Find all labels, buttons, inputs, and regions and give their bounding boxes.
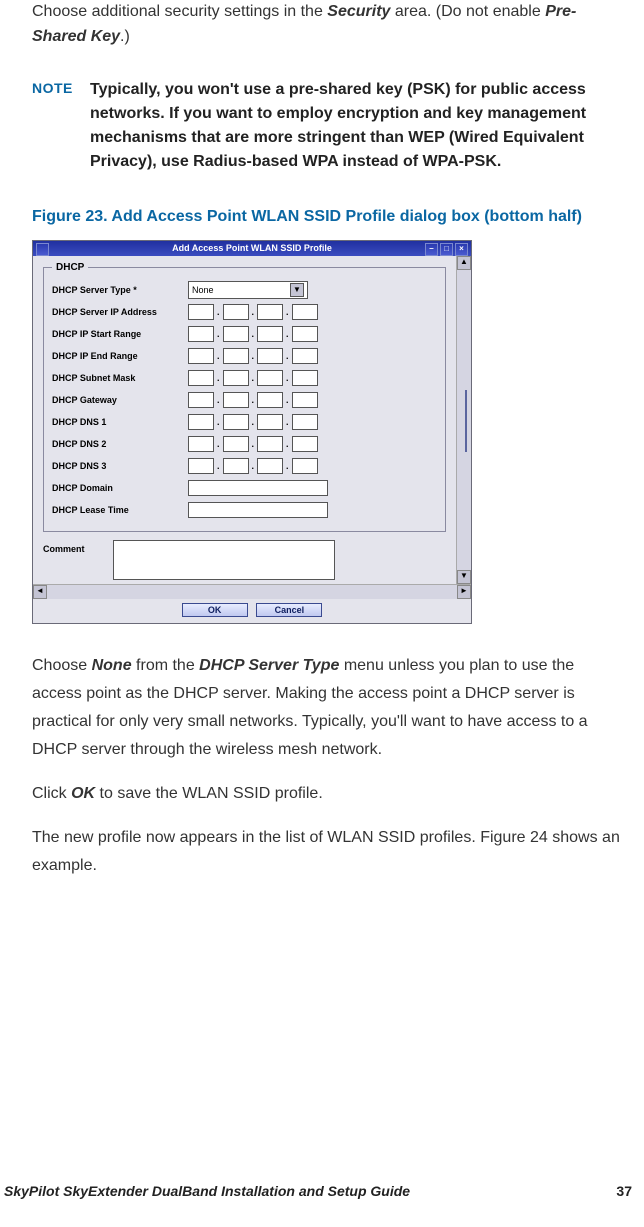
ip-octet-input[interactable]: [223, 304, 249, 320]
intro-text: Choose additional security settings in t…: [32, 3, 327, 20]
ip-octet-input[interactable]: [188, 458, 214, 474]
label-comment: Comment: [43, 540, 113, 554]
label-domain: DHCP Domain: [52, 483, 182, 493]
note-block: NOTE Typically, you won't use a pre-shar…: [32, 78, 628, 174]
intro-text: .): [120, 28, 130, 45]
ip-octet-input[interactable]: [223, 392, 249, 408]
label-dns2: DHCP DNS 2: [52, 439, 182, 449]
ip-octet-input[interactable]: [223, 436, 249, 452]
ip-octet-input[interactable]: [257, 370, 283, 386]
comment-input[interactable]: [113, 540, 335, 580]
ip-octet-input[interactable]: [223, 414, 249, 430]
term-dhcp-server-type: DHCP Server Type: [199, 657, 339, 674]
ip-octet-input[interactable]: [257, 326, 283, 342]
minimize-icon[interactable]: –: [425, 243, 438, 256]
ip-octet-input[interactable]: [223, 348, 249, 364]
ip-octet-input[interactable]: [223, 326, 249, 342]
label-dns3: DHCP DNS 3: [52, 461, 182, 471]
label-subnet: DHCP Subnet Mask: [52, 373, 182, 383]
term-ok: OK: [71, 785, 95, 802]
intro-security-term: Security: [327, 3, 390, 20]
scroll-right-icon[interactable]: ►: [457, 585, 471, 599]
ip-octet-input[interactable]: [257, 414, 283, 430]
intro-text: area. (Do not enable: [390, 3, 545, 20]
ip-octet-input[interactable]: [188, 436, 214, 452]
dialog-title: Add Access Point WLAN SSID Profile: [172, 243, 332, 253]
note-label: NOTE: [32, 78, 90, 96]
label-lease: DHCP Lease Time: [52, 505, 182, 515]
lease-input[interactable]: [188, 502, 328, 518]
footer-title: SkyPilot SkyExtender DualBand Installati…: [4, 1183, 410, 1199]
label-server-ip: DHCP Server IP Address: [52, 307, 182, 317]
scroll-down-icon[interactable]: ▼: [457, 570, 471, 584]
ip-octet-input[interactable]: [292, 414, 318, 430]
scroll-thumb[interactable]: [465, 390, 467, 452]
label-server-type: DHCP Server Type *: [52, 285, 182, 295]
scroll-up-icon[interactable]: ▲: [457, 256, 471, 270]
ip-octet-input[interactable]: [188, 304, 214, 320]
ok-button[interactable]: OK: [182, 603, 248, 617]
vertical-scrollbar[interactable]: ▲ ▼: [456, 256, 471, 584]
ip-octet-input[interactable]: [188, 414, 214, 430]
ip-octet-input[interactable]: [292, 304, 318, 320]
dialog-titlebar[interactable]: Add Access Point WLAN SSID Profile – □ ×: [33, 241, 471, 256]
horizontal-scrollbar[interactable]: ◄ ►: [33, 584, 471, 599]
page-number: 37: [616, 1183, 632, 1199]
ip-octet-input[interactable]: [292, 370, 318, 386]
ip-octet-input[interactable]: [188, 348, 214, 364]
ip-octet-input[interactable]: [292, 348, 318, 364]
server-type-select[interactable]: None ▼: [188, 281, 308, 299]
maximize-icon[interactable]: □: [440, 243, 453, 256]
ip-octet-input[interactable]: [188, 326, 214, 342]
ip-octet-input[interactable]: [292, 326, 318, 342]
dialog-button-bar: OK Cancel: [33, 599, 471, 623]
window-menu-icon[interactable]: [36, 243, 49, 256]
page-footer: SkyPilot SkyExtender DualBand Installati…: [4, 1183, 632, 1199]
note-text: Typically, you won't use a pre-shared ke…: [90, 78, 628, 174]
ip-octet-input[interactable]: [257, 436, 283, 452]
ip-octet-input[interactable]: [188, 370, 214, 386]
ip-octet-input[interactable]: [223, 458, 249, 474]
ip-octet-input[interactable]: [257, 348, 283, 364]
ip-octet-input[interactable]: [223, 370, 249, 386]
label-dns1: DHCP DNS 1: [52, 417, 182, 427]
ip-octet-input[interactable]: [257, 304, 283, 320]
close-icon[interactable]: ×: [455, 243, 468, 256]
ip-octet-input[interactable]: [257, 458, 283, 474]
dhcp-group-legend: DHCP: [52, 262, 88, 273]
cancel-button[interactable]: Cancel: [256, 603, 322, 617]
ip-octet-input[interactable]: [188, 392, 214, 408]
ip-octet-input[interactable]: [292, 458, 318, 474]
server-type-value: None: [192, 285, 214, 295]
ip-octet-input[interactable]: [292, 436, 318, 452]
label-ip-start: DHCP IP Start Range: [52, 329, 182, 339]
intro-paragraph: Choose additional security settings in t…: [32, 0, 628, 50]
body-paragraph-3: The new profile now appears in the list …: [32, 824, 628, 880]
term-none: None: [92, 657, 132, 674]
label-ip-end: DHCP IP End Range: [52, 351, 182, 361]
body-paragraph-1: Choose None from the DHCP Server Type me…: [32, 652, 628, 764]
label-gateway: DHCP Gateway: [52, 395, 182, 405]
dhcp-group: DHCP DHCP Server Type * None ▼ DHCP Serv…: [43, 262, 446, 532]
figure-caption: Figure 23. Add Access Point WLAN SSID Pr…: [32, 208, 628, 226]
ip-octet-input[interactable]: [257, 392, 283, 408]
dialog-screenshot: Add Access Point WLAN SSID Profile – □ ×…: [32, 240, 472, 624]
chevron-down-icon[interactable]: ▼: [290, 283, 304, 297]
scroll-left-icon[interactable]: ◄: [33, 585, 47, 599]
body-paragraph-2: Click OK to save the WLAN SSID profile.: [32, 780, 628, 808]
domain-input[interactable]: [188, 480, 328, 496]
ip-octet-input[interactable]: [292, 392, 318, 408]
